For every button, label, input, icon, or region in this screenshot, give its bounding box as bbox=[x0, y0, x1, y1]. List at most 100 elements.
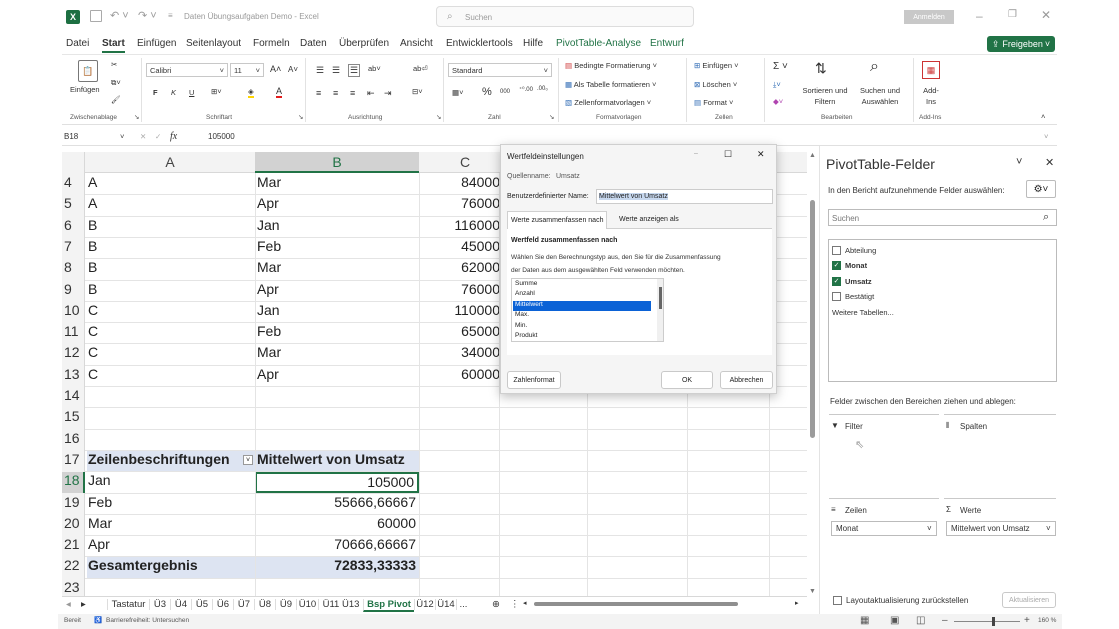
calculation-listbox[interactable]: Summe Anzahl Mittelwert Max. Min. Produkt bbox=[511, 278, 664, 342]
cell-a[interactable]: Gesamtergebnis bbox=[87, 557, 255, 579]
align-middle-icon[interactable]: ☰ bbox=[332, 65, 340, 76]
cell-b[interactable]: 60000 bbox=[255, 515, 419, 536]
calc-option[interactable]: Min. bbox=[513, 322, 651, 332]
new-sheet-icon[interactable]: ⊕ bbox=[492, 599, 500, 610]
cell-c[interactable]: 60000 bbox=[419, 366, 500, 387]
row-header[interactable]: 11 bbox=[62, 323, 85, 344]
values-field-chip[interactable]: Mittelwert von Umsatz ˅ bbox=[946, 521, 1056, 536]
custom-name-input[interactable]: Mittelwert von Umsatz bbox=[596, 189, 773, 204]
decrease-indent-icon[interactable]: ⇤ bbox=[367, 88, 375, 99]
layout-settings-icon[interactable]: ⚙˅ bbox=[1026, 180, 1056, 198]
cell-b[interactable]: Mittelwert von Umsatz bbox=[255, 450, 419, 473]
page-break-view-icon[interactable]: ◫ bbox=[916, 615, 925, 626]
cell-c[interactable]: 110000 bbox=[419, 302, 500, 323]
qat-customize-icon[interactable]: ≡ bbox=[168, 11, 173, 20]
clear-icon[interactable]: ◆˅ bbox=[773, 97, 783, 106]
accounting-icon[interactable]: ▦˅ bbox=[452, 88, 463, 97]
cell-a[interactable]: B bbox=[87, 281, 255, 302]
cell-c[interactable] bbox=[419, 557, 500, 578]
row-header[interactable]: 8 bbox=[62, 259, 85, 280]
cell-c[interactable] bbox=[419, 430, 500, 451]
close-icon[interactable]: ✕ bbox=[1041, 8, 1051, 22]
field-item[interactable]: ✓ Monat bbox=[832, 260, 867, 272]
autosum-icon[interactable]: Σ ˅ bbox=[773, 61, 788, 72]
field-checkbox[interactable]: ✓ bbox=[832, 261, 841, 270]
number-format-button[interactable]: Zahlenformat bbox=[507, 371, 561, 389]
conditional-formatting-button[interactable]: ▤ Bedingte Formatierung ˅ bbox=[565, 61, 657, 70]
tab-seitenlayout[interactable]: Seitenlayout bbox=[186, 38, 241, 49]
cell-c[interactable]: 116000 bbox=[419, 217, 500, 238]
cell-a[interactable]: C bbox=[87, 302, 255, 323]
fill-icon[interactable]: ⤓˅ bbox=[773, 80, 781, 90]
sheet-tab[interactable]: Ü12 bbox=[414, 599, 435, 610]
cell-a[interactable]: Zeilenbeschriftungen bbox=[87, 450, 255, 473]
cell-b[interactable]: Apr bbox=[255, 281, 419, 302]
calc-option[interactable]: Produkt bbox=[513, 332, 651, 341]
font-size-select[interactable]: 11 ˅ bbox=[230, 63, 264, 77]
signin-button[interactable]: Anmelden bbox=[904, 10, 954, 24]
vertical-scrollbar[interactable]: ▲ ▼ bbox=[807, 152, 819, 598]
row-header[interactable]: 6 bbox=[62, 217, 85, 238]
dialog-maximize-icon[interactable]: ☐ bbox=[724, 149, 732, 160]
tab-start[interactable]: Start bbox=[102, 38, 125, 53]
row-header[interactable]: 19 bbox=[62, 494, 85, 515]
cell-c[interactable]: 34000 bbox=[419, 344, 500, 365]
cell-styles-button[interactable]: ▧ Zellenformatvorlagen ˅ bbox=[565, 98, 651, 107]
sheet-tab[interactable]: Ü7 bbox=[233, 599, 254, 610]
row-header[interactable]: 17 bbox=[62, 451, 85, 472]
cell-b[interactable]: Apr bbox=[255, 366, 419, 387]
undo-icon[interactable]: ↶ ˅ bbox=[110, 9, 129, 22]
expand-formula-icon[interactable]: ˅ bbox=[1044, 132, 1048, 141]
number-format-select[interactable]: Standard ˅ bbox=[448, 63, 552, 77]
cell-a[interactable]: Jan bbox=[87, 472, 255, 493]
enter-formula-icon[interactable]: ✓ bbox=[155, 132, 161, 141]
bold-button[interactable]: F bbox=[153, 88, 158, 97]
insert-function-icon[interactable]: fx bbox=[170, 131, 177, 142]
page-layout-view-icon[interactable]: ▣ bbox=[890, 615, 899, 626]
row-labels-filter-icon[interactable]: ˅ bbox=[243, 455, 253, 465]
minimize-icon[interactable]: – bbox=[976, 9, 983, 23]
accessibility-status[interactable]: Barrierefreiheit: Untersuchen bbox=[106, 617, 189, 624]
cell-b[interactable]: Feb bbox=[255, 238, 419, 259]
wrap-text-icon[interactable]: ab⏎ bbox=[413, 64, 428, 73]
tab-hilfe[interactable]: Hilfe bbox=[523, 38, 543, 49]
align-bottom-icon[interactable]: ☰ bbox=[348, 64, 361, 77]
cell-c[interactable] bbox=[419, 472, 500, 493]
hscroll-left-icon[interactable]: ◂ bbox=[523, 599, 527, 607]
align-top-icon[interactable]: ☰ bbox=[316, 65, 324, 76]
calc-option[interactable]: Mittelwert bbox=[513, 300, 651, 311]
format-painter-icon[interactable]: 🖌 bbox=[111, 95, 121, 104]
more-tables-link[interactable]: Weitere Tabellen... bbox=[832, 308, 894, 317]
insert-cells-button[interactable]: ⊞ Einfügen ˅ bbox=[694, 61, 738, 70]
sheet-tab[interactable]: Tastatur bbox=[107, 599, 149, 610]
cell-b[interactable]: Mar bbox=[255, 259, 419, 280]
sheet-tab[interactable]: Ü10 bbox=[296, 599, 318, 610]
row-header[interactable]: 14 bbox=[62, 387, 85, 408]
find-select-icon[interactable]: ⌕ bbox=[870, 58, 879, 76]
cell-c[interactable] bbox=[419, 515, 500, 536]
sheet-tab[interactable]: Ü5 bbox=[191, 599, 212, 610]
defer-update-checkbox[interactable] bbox=[833, 596, 842, 605]
cell-b[interactable] bbox=[255, 430, 419, 451]
pane-options-icon[interactable]: ˅ bbox=[1016, 156, 1022, 168]
row-header[interactable]: 18 bbox=[62, 472, 85, 494]
cell-a[interactable] bbox=[87, 430, 255, 451]
tab-entwurf[interactable]: Entwurf bbox=[650, 38, 684, 49]
values-field-dropdown-icon[interactable]: ˅ bbox=[1046, 524, 1051, 533]
collapse-ribbon-icon[interactable]: ˄ bbox=[1041, 112, 1045, 121]
row-header[interactable]: 5 bbox=[62, 195, 85, 216]
thousands-button[interactable]: 000 bbox=[500, 89, 510, 95]
decrease-decimal-icon[interactable]: .00₀ bbox=[537, 86, 548, 92]
listbox-scrollbar[interactable] bbox=[657, 279, 663, 341]
sheet-tab[interactable]: ... bbox=[456, 599, 470, 610]
fill-color-icon[interactable]: ◈ bbox=[248, 87, 254, 98]
cell-b[interactable]: Jan bbox=[255, 217, 419, 238]
sheet-options-icon[interactable]: ⋮ bbox=[510, 599, 520, 610]
values-area[interactable]: Σ Werte Mittelwert von Umsatz ˅ bbox=[944, 498, 1056, 578]
cell-a[interactable]: A bbox=[87, 195, 255, 216]
cell-a[interactable]: Mar bbox=[87, 515, 255, 536]
cell-b[interactable]: Mar bbox=[255, 344, 419, 365]
cell-b[interactable] bbox=[255, 387, 419, 408]
sort-filter-button[interactable]: Sortieren und Filtern bbox=[800, 85, 850, 107]
paste-button[interactable]: Einfügen bbox=[70, 85, 100, 94]
